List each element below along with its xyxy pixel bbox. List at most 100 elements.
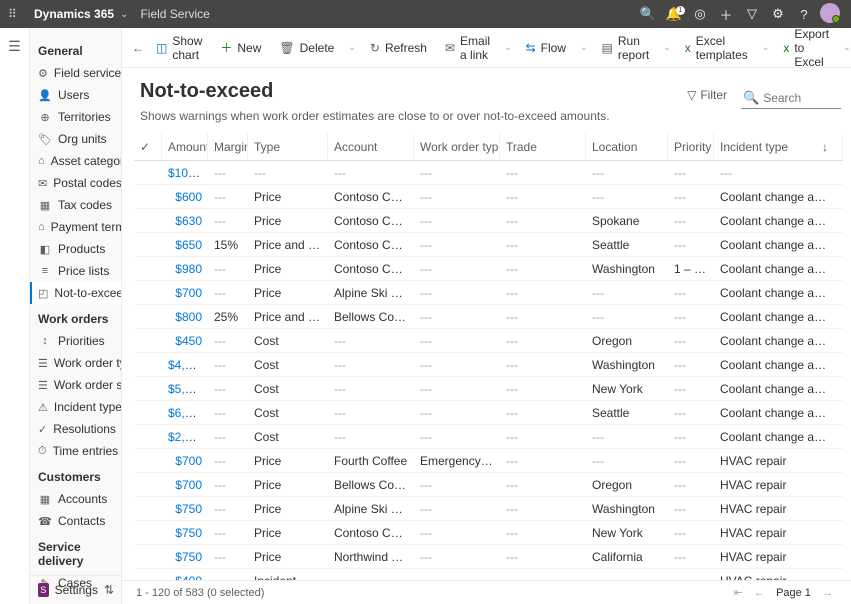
report-chevron-icon[interactable]: ⌄ [659,42,675,53]
sidebar-item[interactable]: ⏱Time entries [30,440,121,462]
search-icon[interactable]: 🔍 [635,6,661,22]
table-row[interactable]: $700---PriceBellows College------Oregon-… [134,473,843,497]
table-row[interactable]: $400---Incident---------------HVAC repai… [134,569,843,580]
table-row[interactable]: $600---PriceContoso Corp.------------Coo… [134,185,843,209]
delete-button[interactable]: 🗑Delete [271,37,342,59]
cell[interactable]: $700 [162,478,208,492]
search-box[interactable]: 🔍 [741,88,841,109]
bell-icon[interactable]: 🔔1 [661,6,687,22]
cell[interactable]: $650 [162,238,208,252]
export-excel-button[interactable]: xExport to Excel [775,28,837,73]
table-row[interactable]: $65015%Price and cost mar...Contoso Corp… [134,233,843,257]
app-name[interactable]: Field Service [140,7,209,21]
table-row[interactable]: $750---PriceContoso Corp.------New York-… [134,521,843,545]
sidebar-item[interactable]: ⌂Payment terms [30,216,121,238]
sidebar-settings[interactable]: S Settings ⇅ [30,576,122,604]
sidebar-item[interactable]: ☰Work order substatu... [30,374,121,396]
cell[interactable]: $630 [162,214,208,228]
cell[interactable]: $2,500 [162,430,208,444]
col-location[interactable]: Location [586,133,668,160]
sidebar-item[interactable]: 👤Users [30,84,121,106]
brand-label[interactable]: Dynamics 365 [34,7,114,21]
add-icon[interactable]: ＋ [713,5,739,24]
table-row[interactable]: $750---PriceNorthwind Traders------Calif… [134,545,843,569]
excel-templates-button[interactable]: xExcel templates [677,30,756,66]
cell[interactable]: $4,000 [162,358,208,372]
cell[interactable]: $5,000 [162,382,208,396]
cell[interactable]: $700 [162,454,208,468]
email-link-button[interactable]: ✉Email a link [437,30,498,66]
sidebar-item[interactable]: ↕Priorities [30,330,121,352]
table-row[interactable]: $10,000------------------------ [134,161,843,185]
table-row[interactable]: $6,000---Cost---------Seattle---Coolant … [134,401,843,425]
sidebar-item[interactable]: ☰Work order types [30,352,121,374]
cell[interactable]: $750 [162,502,208,516]
col-incident-type[interactable]: Incident type↓ [714,133,843,160]
sidebar-item[interactable]: ✉Postal codes [30,172,121,194]
pager[interactable]: ⇤ ← Page 1 → [730,586,837,599]
sidebar-item[interactable]: ▦Tax codes [30,194,121,216]
table-row[interactable]: $980---PriceContoso Corp.------Washingto… [134,257,843,281]
cell[interactable]: $450 [162,334,208,348]
col-account[interactable]: Account [328,133,414,160]
user-avatar[interactable] [817,3,843,26]
gear-icon[interactable]: ⚙ [765,6,791,22]
col-work-order-type[interactable]: Work order type [414,133,500,160]
sidebar-item[interactable]: ◰Not-to-exceed [30,282,121,304]
cell[interactable]: $6,000 [162,406,208,420]
col-trade[interactable]: Trade [500,133,586,160]
new-button[interactable]: ＋New [212,35,269,60]
target-icon[interactable]: ◎ [687,6,713,22]
run-report-button[interactable]: ▤Run report [594,30,658,66]
filter-icon[interactable]: ▽ [739,6,765,22]
next-page-icon[interactable]: → [822,587,833,599]
cell[interactable]: $750 [162,526,208,540]
sidebar-item[interactable]: ⌂Asset categories [30,150,121,172]
cell[interactable]: $10,000 [162,166,208,180]
help-icon[interactable]: ? [791,7,817,22]
delete-chevron-icon[interactable]: ⌄ [344,42,360,53]
hamburger-icon[interactable]: ☰ [8,38,21,55]
table-row[interactable]: $5,000---Cost---------New York---Coolant… [134,377,843,401]
sidebar-item[interactable]: ⚙Field service settings [30,62,121,84]
sidebar-item[interactable]: ▦Accounts [30,488,121,510]
first-page-icon[interactable]: ⇤ [734,587,743,599]
table-row[interactable]: $80025%Price and cost mar...Bellows Coll… [134,305,843,329]
brand-chevron-icon[interactable]: ⌄ [120,9,128,20]
cell[interactable]: $980 [162,262,208,276]
templates-chevron-icon[interactable]: ⌄ [758,42,774,53]
flow-chevron-icon[interactable]: ⌄ [576,42,592,53]
cell[interactable]: $750 [162,550,208,564]
sidebar-item[interactable]: ≡Price lists [30,260,121,282]
show-chart-button[interactable]: ◫Show chart [148,30,210,66]
refresh-button[interactable]: ↻Refresh [362,37,435,59]
app-launcher-icon[interactable]: ⠿ [8,7,26,21]
table-row[interactable]: $450---Cost---------Oregon---Coolant cha… [134,329,843,353]
sidebar-item[interactable]: ⚠Incident types [30,396,121,418]
cell[interactable]: $600 [162,190,208,204]
sidebar-item[interactable]: ☎Contacts [30,510,121,532]
table-row[interactable]: $2,500---Cost---------------Coolant chan… [134,425,843,449]
table-row[interactable]: $750---PriceAlpine Ski House------Washin… [134,497,843,521]
cell[interactable]: $700 [162,286,208,300]
table-row[interactable]: $700---PriceAlpine Ski House------------… [134,281,843,305]
col-amount[interactable]: Amount [162,133,208,160]
sidebar-item[interactable]: ◧Products [30,238,121,260]
search-input[interactable] [763,91,833,105]
table-row[interactable]: $4,000---Cost---------Washington---Coola… [134,353,843,377]
col-priority[interactable]: Priority [668,133,714,160]
email-chevron-icon[interactable]: ⌄ [500,42,516,53]
sidebar-item[interactable]: 🏷Org units [30,128,121,150]
table-row[interactable]: $700---PriceFourth CoffeeEmergency repai… [134,449,843,473]
col-type[interactable]: Type [248,133,328,160]
filter-button[interactable]: ▽Filter [687,88,727,102]
export-chevron-icon[interactable]: ⌄ [839,42,851,53]
cell[interactable]: $800 [162,310,208,324]
sidebar-item[interactable]: ⊕Territories [30,106,121,128]
table-row[interactable]: $630---PriceContoso Corp.------Spokane--… [134,209,843,233]
back-button[interactable]: ← [132,41,144,55]
prev-page-icon[interactable]: ← [754,587,765,599]
flow-button[interactable]: ⇆Flow [518,37,574,59]
col-margin[interactable]: Margin [208,133,248,160]
select-all-checkbox[interactable]: ✓ [134,133,162,160]
